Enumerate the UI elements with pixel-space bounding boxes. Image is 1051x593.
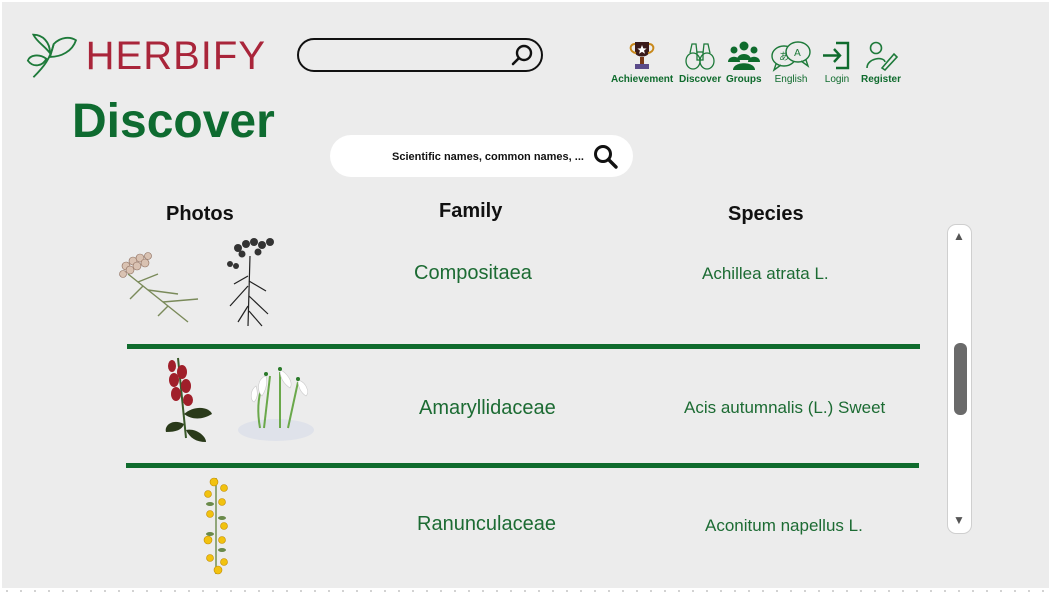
nav-label: Achievement <box>611 74 674 85</box>
scroll-up-arrow-icon[interactable]: ▲ <box>953 229 965 243</box>
nav-label: Groups <box>726 74 762 85</box>
nav-label: Login <box>824 74 850 85</box>
nav-login[interactable]: Login <box>820 40 854 85</box>
page-title: Discover <box>72 95 275 148</box>
search-placeholder: Scientific names, common names, ... <box>392 151 584 163</box>
bottom-border <box>0 589 1051 593</box>
family-name[interactable]: Amaryllidaceae <box>419 397 556 420</box>
table-scrollbar[interactable]: ▲ ▼ <box>947 224 972 534</box>
nav-language[interactable]: あ A English <box>770 40 812 85</box>
plant-photo-yarrow-sketch[interactable] <box>220 236 282 328</box>
scroll-down-arrow-icon[interactable]: ▼ <box>953 513 965 527</box>
row-divider <box>126 463 919 468</box>
species-name[interactable]: Acis autumnalis (L.) Sweet <box>684 398 885 418</box>
plant-photo-aconitum[interactable] <box>200 474 232 578</box>
row-divider <box>127 344 920 349</box>
nav-label: Discover <box>679 74 722 85</box>
species-name[interactable]: Aconitum napellus L. <box>705 516 863 536</box>
nav-groups[interactable]: Groups <box>726 40 762 85</box>
plant-photo-snowdrop[interactable] <box>236 356 316 442</box>
svg-text:A: A <box>794 48 801 59</box>
binoculars-icon <box>685 43 715 70</box>
plant-photo-foxglove[interactable] <box>162 352 214 446</box>
nav-discover[interactable]: Discover <box>679 40 721 85</box>
leaf-logo-icon <box>26 33 78 78</box>
nav-register[interactable]: Register <box>861 40 901 85</box>
login-icon <box>823 41 850 70</box>
register-icon <box>866 41 898 72</box>
plant-search-input[interactable]: Scientific names, common names, ... <box>330 135 633 177</box>
column-header-photos: Photos <box>166 203 234 225</box>
search-icon[interactable] <box>509 42 535 68</box>
nav-achievement[interactable]: Achievement <box>611 40 673 85</box>
nav-label: Register <box>861 74 902 85</box>
language-icon: あ A <box>771 41 811 72</box>
scrollbar-thumb[interactable] <box>954 343 967 415</box>
column-header-family: Family <box>439 200 503 222</box>
search-icon[interactable] <box>593 144 619 170</box>
trophy-icon <box>629 42 655 69</box>
brand-logo[interactable]: HERBIFY <box>26 28 266 84</box>
nav-label: English <box>774 74 808 85</box>
groups-icon <box>727 41 760 70</box>
brand-name: HERBIFY <box>85 33 266 78</box>
plant-photo-yarrow-color[interactable] <box>118 244 204 324</box>
column-header-species: Species <box>728 203 804 225</box>
svg-text:あ: あ <box>779 51 789 63</box>
family-name[interactable]: Compositaea <box>414 262 532 285</box>
family-name[interactable]: Ranunculaceae <box>417 513 556 536</box>
header-search-input[interactable] <box>297 38 543 72</box>
species-name[interactable]: Achillea atrata L. <box>702 264 829 284</box>
